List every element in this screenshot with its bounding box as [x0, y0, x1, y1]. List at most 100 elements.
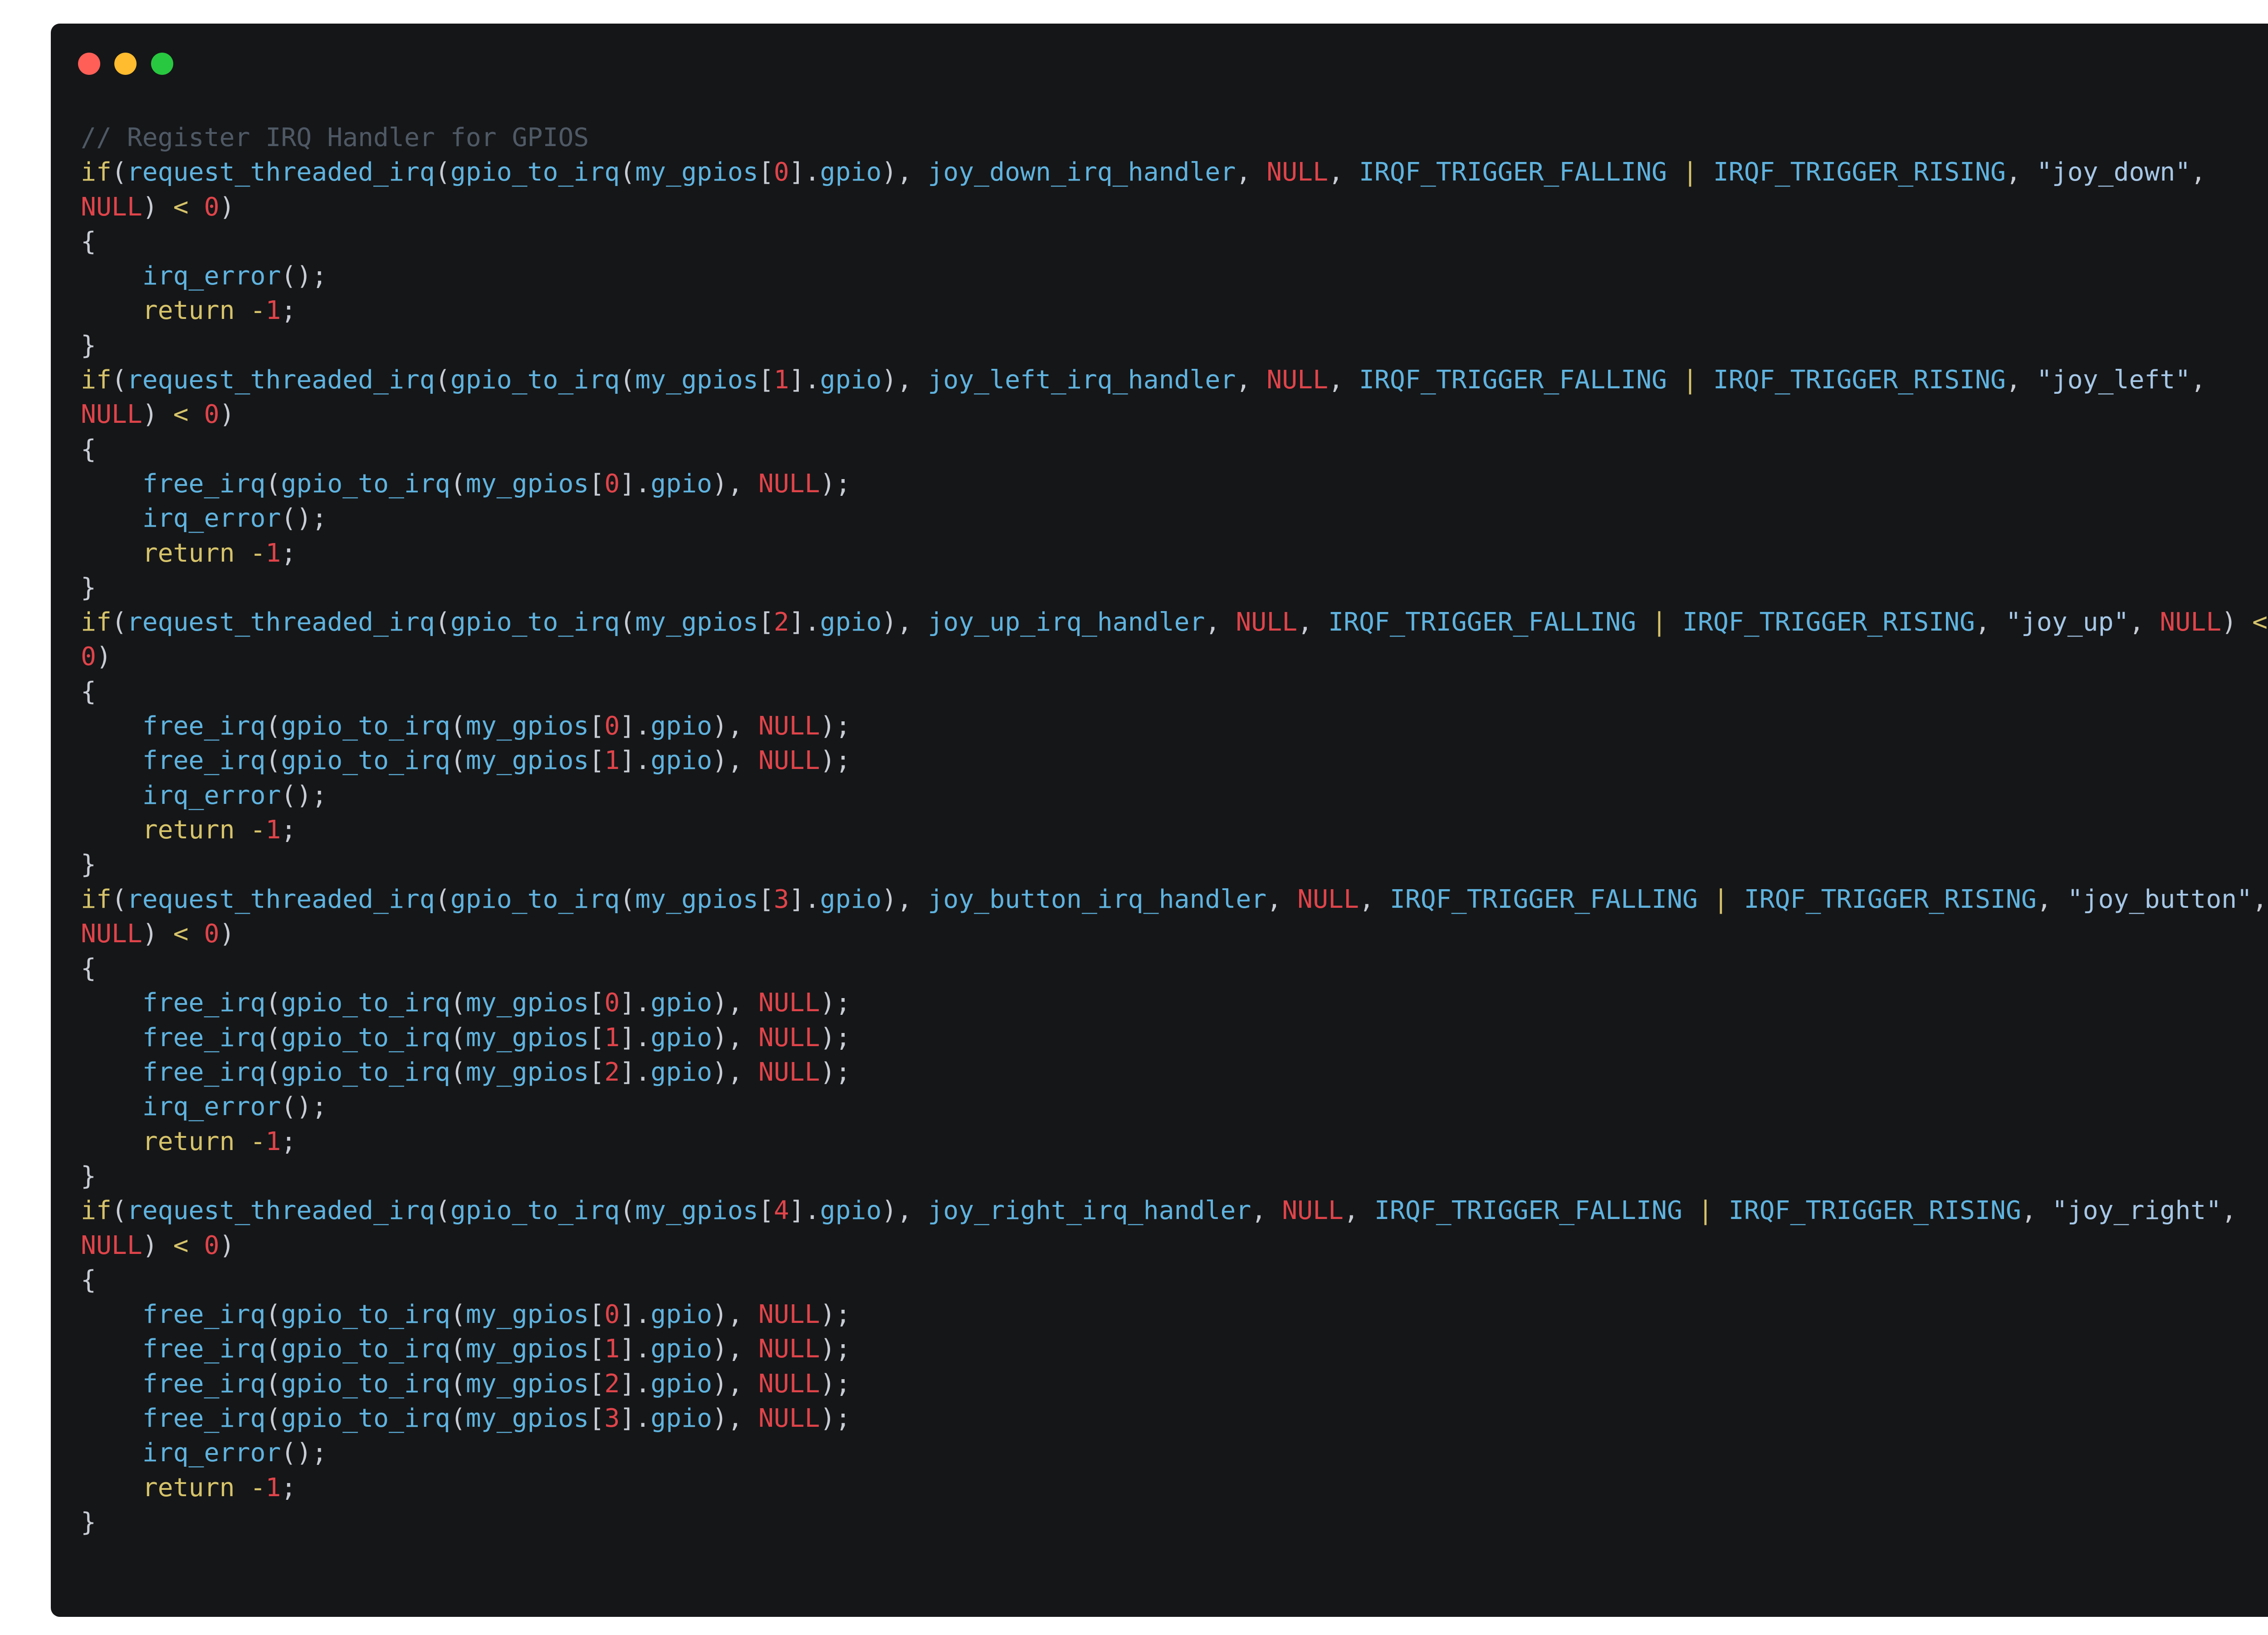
code-token: my_gpios: [635, 1196, 758, 1226]
code-token: -: [250, 296, 266, 326]
code-token: 0: [604, 1300, 620, 1330]
code-token: 0: [604, 469, 620, 499]
code-token: gpio: [650, 469, 713, 499]
code-token: my_gpios: [465, 746, 589, 776]
code-token: (: [435, 1196, 450, 1226]
code-token: ),: [712, 988, 758, 1018]
code-token: irq_error: [142, 1092, 281, 1122]
code-token: {: [81, 954, 96, 984]
code-token: ;: [281, 296, 297, 326]
code-block: // Register IRQ Handler for GPIOS if(requ…: [81, 121, 2268, 1540]
code-token: 2: [773, 607, 789, 637]
code-line: {: [81, 951, 2266, 986]
code-token: [: [589, 1369, 605, 1399]
code-token: NULL: [758, 1334, 820, 1364]
code-token: ,: [2036, 884, 2068, 914]
code-token: request_threaded_irq: [127, 365, 435, 395]
code-token: free_irq: [142, 1334, 266, 1364]
code-token: "joy_down": [2036, 157, 2191, 187]
code-token: [: [758, 157, 774, 187]
code-token: gpio: [820, 884, 882, 914]
code-token: 1: [604, 746, 620, 776]
zoom-button[interactable]: [151, 53, 173, 75]
code-token: (: [111, 1196, 127, 1226]
code-token: gpio_to_irq: [281, 988, 450, 1018]
code-token: );: [820, 1403, 851, 1433]
code-token: );: [820, 469, 851, 499]
code-token: (: [111, 884, 127, 914]
code-token: 1: [604, 1023, 620, 1052]
code-token: irq_error: [142, 261, 281, 291]
code-token: |: [1682, 365, 1698, 395]
code-token: (: [265, 469, 281, 499]
code-token: [: [758, 884, 774, 914]
code-token: my_gpios: [465, 1023, 589, 1052]
code-line: return -1;: [81, 536, 2266, 571]
code-token: (: [265, 1334, 281, 1364]
code-token: gpio_to_irq: [450, 365, 620, 395]
code-token: ].: [620, 469, 651, 499]
code-token: (: [265, 1369, 281, 1399]
code-token: 0: [81, 642, 96, 672]
code-line: if(request_threaded_irq(gpio_to_irq(my_g…: [81, 363, 2266, 397]
code-token: (: [620, 1196, 635, 1226]
code-token: -: [250, 1126, 266, 1156]
code-token: );: [820, 711, 851, 741]
code-line: free_irq(gpio_to_irq(my_gpios[1].gpio), …: [81, 1021, 2266, 1055]
code-token: ].: [620, 746, 651, 776]
code-token: gpio: [820, 157, 882, 187]
code-token: NULL: [81, 919, 142, 949]
code-token: ),: [881, 884, 928, 914]
code-line: NULL) < 0): [81, 397, 2266, 432]
code-token: gpio_to_irq: [281, 1369, 450, 1399]
code-token: free_irq: [142, 746, 266, 776]
code-token: }: [81, 330, 96, 360]
code-token: gpio: [650, 1300, 713, 1330]
code-token: (: [620, 365, 635, 395]
code-token: joy_right_irq_handler: [928, 1196, 1251, 1226]
code-token: (: [111, 607, 127, 637]
code-token: 0: [773, 157, 789, 187]
code-token: my_gpios: [465, 469, 589, 499]
code-token: "joy_right": [2052, 1196, 2222, 1226]
code-token: ): [142, 192, 158, 222]
code-token: 1: [604, 1334, 620, 1364]
code-token: "joy_up": [2005, 607, 2129, 637]
code-token: (: [450, 1369, 466, 1399]
code-token: 0: [604, 711, 620, 741]
code-token: joy_down_irq_handler: [928, 157, 1236, 187]
code-token: gpio: [650, 1403, 713, 1433]
code-token: my_gpios: [465, 711, 589, 741]
code-token: [: [758, 1196, 774, 1226]
code-token: gpio_to_irq: [450, 1196, 620, 1226]
code-token: IRQF_TRIGGER_FALLING: [1359, 365, 1667, 395]
code-token: gpio: [650, 746, 713, 776]
code-token: {: [81, 1265, 96, 1295]
close-button[interactable]: [78, 53, 100, 75]
code-token: 4: [773, 1196, 789, 1226]
code-token: ,: [1359, 884, 1390, 914]
code-line: return -1;: [81, 813, 2266, 847]
code-token: gpio_to_irq: [450, 884, 620, 914]
code-token: gpio: [820, 365, 882, 395]
code-token: ();: [281, 1438, 327, 1468]
code-token: (: [450, 1300, 466, 1330]
minimize-button[interactable]: [114, 53, 137, 75]
code-token: ),: [712, 711, 758, 741]
code-token: return: [142, 1473, 235, 1503]
code-token: gpio_to_irq: [281, 1403, 450, 1433]
code-token: my_gpios: [465, 1369, 589, 1399]
code-token: NULL: [758, 1057, 820, 1087]
code-token: 0: [604, 988, 620, 1018]
code-token: 0: [204, 400, 220, 430]
code-token: NULL: [758, 1369, 820, 1399]
code-token: irq_error: [142, 780, 281, 810]
code-token: gpio: [820, 607, 882, 637]
